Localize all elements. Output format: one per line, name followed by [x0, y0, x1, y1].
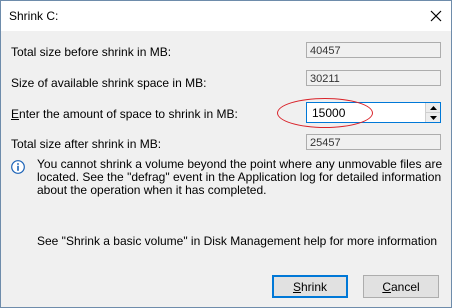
- dialog-body: Total size before shrink in MB: 40457 Si…: [1, 31, 451, 307]
- help-text: See "Shrink a basic volume" in Disk Mana…: [37, 234, 438, 248]
- shrink-amount-label: Enter the amount of space to shrink in M…: [11, 107, 238, 121]
- title-bar: Shrink C:: [1, 1, 451, 31]
- cancel-button[interactable]: Cancel: [363, 275, 439, 298]
- total-size-label: Total size before shrink in MB:: [11, 45, 172, 59]
- total-size-field: 40457: [306, 42, 441, 58]
- available-space-field: 30211: [306, 70, 441, 86]
- shrink-button-accelerator: S: [292, 279, 301, 294]
- after-size-field: 25457: [306, 134, 441, 150]
- info-icon: [11, 160, 25, 177]
- cancel-button-accelerator: C: [382, 279, 391, 294]
- shrink-button[interactable]: Shrink: [272, 275, 348, 298]
- window-title: Shrink C:: [9, 9, 59, 23]
- close-button[interactable]: [421, 1, 451, 31]
- available-space-label: Size of available shrink space in MB:: [11, 76, 207, 90]
- shrink-amount-spinner[interactable]: [306, 102, 441, 123]
- info-message: You cannot shrink a volume beyond the po…: [37, 157, 443, 197]
- chevron-up-icon: [429, 105, 437, 110]
- cancel-button-label: ancel: [390, 279, 420, 294]
- close-icon: [430, 10, 442, 22]
- shrink-amount-label-accelerator: E: [11, 107, 20, 121]
- shrink-dialog: Shrink C: Total size before shrink in MB…: [0, 0, 452, 308]
- shrink-amount-input[interactable]: [307, 103, 424, 122]
- shrink-amount-label-text: nter the amount of space to shrink in MB…: [19, 107, 238, 121]
- chevron-down-icon: [429, 115, 437, 120]
- after-size-label: Total size after shrink in MB:: [11, 137, 162, 151]
- spinner-up-button[interactable]: [426, 103, 440, 112]
- spinner-buttons: [425, 103, 440, 122]
- spinner-down-button[interactable]: [426, 112, 440, 122]
- shrink-button-label: hrink: [301, 279, 328, 294]
